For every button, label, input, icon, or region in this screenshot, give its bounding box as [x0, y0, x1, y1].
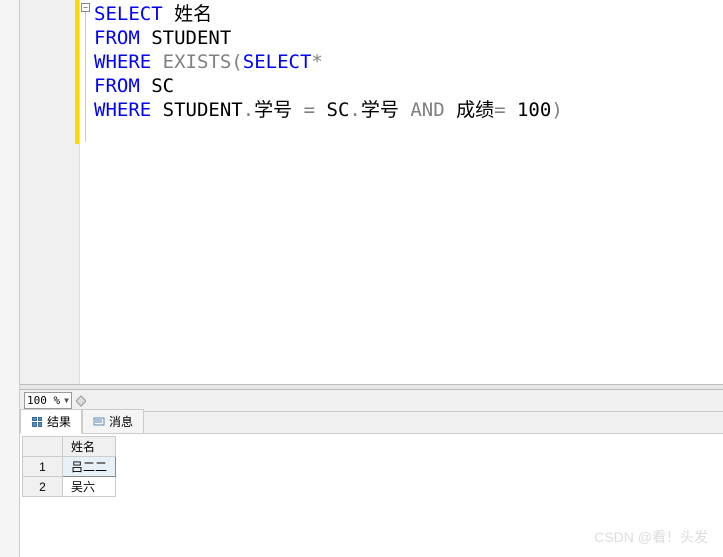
cell[interactable]: 吕二二	[63, 457, 116, 477]
code-text[interactable]: SELECT 姓名 FROM STUDENT WHERE EXISTS(SELE…	[92, 0, 723, 384]
chevron-down-icon: ▼	[64, 396, 69, 405]
code-editor[interactable]: − SELECT 姓名 FROM STUDENT WHERE EXISTS(SE…	[20, 0, 723, 384]
zoom-value: 100 %	[27, 394, 60, 407]
grid-icon	[31, 416, 43, 428]
row-number[interactable]: 2	[23, 477, 63, 497]
tab-messages[interactable]: 消息	[82, 409, 144, 433]
row-number[interactable]: 1	[23, 457, 63, 477]
tab-results-label: 结果	[47, 413, 71, 430]
column-header[interactable]: 姓名	[63, 437, 116, 457]
messages-icon	[93, 416, 105, 428]
results-tabs: 结果 消息	[20, 412, 723, 434]
code-margin	[20, 0, 80, 384]
results-table: 姓名 1吕二二2吴六	[22, 436, 116, 497]
zoom-dropdown[interactable]: 100 % ▼	[24, 392, 72, 409]
main-container: − SELECT 姓名 FROM STUDENT WHERE EXISTS(SE…	[0, 0, 723, 557]
corner-cell[interactable]	[23, 437, 63, 457]
change-indicator	[75, 0, 79, 144]
outline-column: −	[80, 0, 92, 384]
watermark: CSDN @看！头发	[594, 527, 708, 547]
left-ruler	[0, 0, 20, 557]
cell[interactable]: 吴六	[63, 477, 116, 497]
editor-area: − SELECT 姓名 FROM STUDENT WHERE EXISTS(SE…	[20, 0, 723, 557]
tab-results[interactable]: 结果	[20, 409, 82, 434]
outline-line	[85, 12, 86, 142]
zoom-slider-handle[interactable]	[76, 394, 88, 408]
collapse-toggle-icon[interactable]: −	[81, 3, 90, 12]
results-grid[interactable]: 姓名 1吕二二2吴六	[20, 434, 723, 499]
table-row[interactable]: 1吕二二	[23, 457, 116, 477]
tab-messages-label: 消息	[109, 413, 133, 430]
table-row[interactable]: 2吴六	[23, 477, 116, 497]
